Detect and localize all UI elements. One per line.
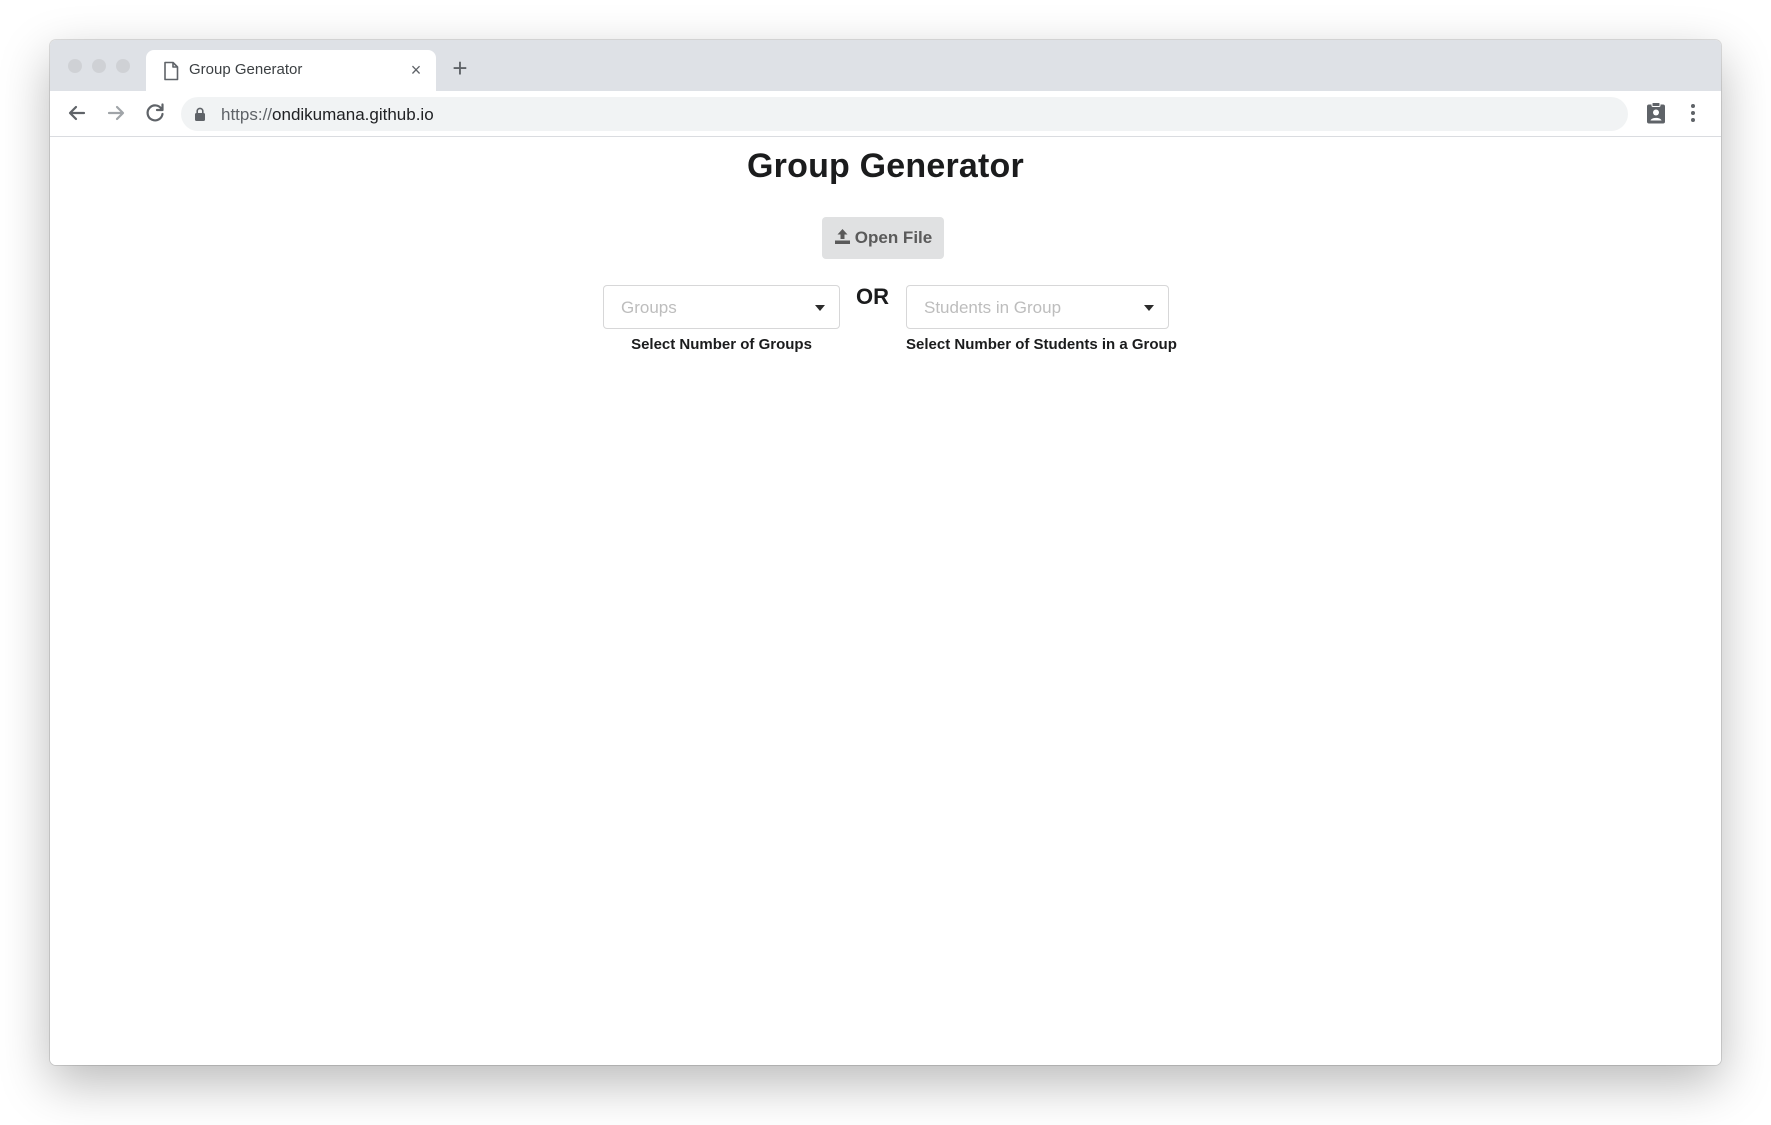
students-dropdown-label: Select Number of Students in a Group xyxy=(906,336,1177,353)
students-in-group-dropdown[interactable]: Students in Group xyxy=(906,285,1169,329)
address-bar[interactable]: https://ondikumana.github.io xyxy=(181,97,1628,131)
groups-dropdown[interactable]: Groups xyxy=(603,285,840,329)
reload-icon[interactable] xyxy=(142,100,168,126)
url-text: https://ondikumana.github.io xyxy=(221,105,434,125)
page-title: Group Generator xyxy=(747,147,1024,185)
window-minimize-control[interactable] xyxy=(92,59,106,73)
groups-dropdown-placeholder: Groups xyxy=(621,298,677,317)
open-file-button[interactable]: Open File xyxy=(822,217,944,259)
tab-group-generator[interactable]: Group Generator × xyxy=(146,50,436,91)
browser-window: Group Generator × + https://ondikumana.g… xyxy=(50,40,1721,1065)
clipboard-badge-icon[interactable] xyxy=(1644,101,1668,125)
browser-toolbar: https://ondikumana.github.io xyxy=(50,91,1721,137)
dropdown-caret-icon xyxy=(1144,305,1154,311)
new-tab-button[interactable]: + xyxy=(448,55,472,81)
vertical-dots-menu-icon[interactable] xyxy=(1686,101,1700,125)
back-arrow-icon[interactable] xyxy=(64,100,90,126)
screenshot-backdrop: Group Generator × + https://ondikumana.g… xyxy=(0,0,1771,1125)
tab-strip: Group Generator × + xyxy=(50,40,1721,91)
url-host: ondikumana.github.io xyxy=(272,105,434,124)
open-file-label: Open File xyxy=(854,228,933,247)
tab-title: Group Generator xyxy=(189,61,303,78)
lock-icon xyxy=(195,107,205,121)
url-scheme: https:// xyxy=(221,105,273,124)
window-close-control[interactable] xyxy=(68,59,82,73)
groups-dropdown-label: Select Number of Groups xyxy=(631,336,812,353)
window-zoom-control[interactable] xyxy=(116,59,130,73)
upload-icon xyxy=(834,229,850,244)
or-label: OR xyxy=(856,284,889,309)
forward-arrow-icon[interactable] xyxy=(103,100,129,126)
close-tab-icon[interactable]: × xyxy=(406,60,426,80)
page-content: Group Generator Open File Groups OR Stud… xyxy=(50,137,1721,1065)
dropdown-caret-icon xyxy=(815,305,825,311)
page-icon xyxy=(164,61,179,81)
students-dropdown-placeholder: Students in Group xyxy=(924,298,1062,317)
